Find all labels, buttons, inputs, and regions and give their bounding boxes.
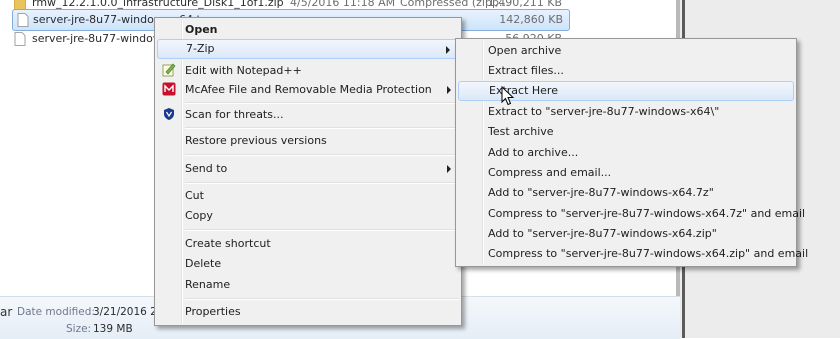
- menu-item-copy[interactable]: Copy: [157, 206, 459, 226]
- menu-separator: [185, 102, 459, 104]
- menu-separator: [185, 127, 459, 129]
- menu-item-properties[interactable]: Properties: [157, 302, 459, 322]
- submenu-arrow-icon: [447, 86, 451, 94]
- date-modified-label: Date modified:: [17, 306, 95, 318]
- menu-separator: [185, 154, 459, 156]
- menu-separator: [185, 229, 459, 231]
- menu-item-mcafee[interactable]: McAfee File and Removable Media Protecti…: [157, 80, 459, 100]
- menu-item-edit-notepad[interactable]: Edit with Notepad++: [157, 61, 459, 81]
- menu-item-compress-email[interactable]: Compress and email...: [458, 163, 794, 183]
- context-menu: Open 7-Zip Edit with Notepad++ McAfee Fi…: [154, 17, 462, 326]
- file-icon: [14, 32, 26, 46]
- menu-item-scan[interactable]: Scan for threats...: [157, 105, 459, 125]
- menu-item-add-7z[interactable]: Add to "server-jre-8u77-windows-x64.7z": [458, 183, 794, 203]
- menu-item-add-to-archive[interactable]: Add to archive...: [458, 143, 794, 163]
- menu-separator: [185, 298, 459, 300]
- mcafee-shield-icon: [164, 108, 174, 120]
- menu-item-label: 7-Zip: [186, 42, 215, 55]
- size-label: Size:: [66, 323, 92, 335]
- submenu-arrow-icon: [446, 46, 450, 54]
- menu-item-cut[interactable]: Cut: [157, 186, 459, 206]
- file-size: 142,860 KB: [499, 13, 563, 26]
- 7zip-submenu: Open archive Extract files... Extract He…: [455, 38, 808, 267]
- menu-item-label: Edit with Notepad++: [185, 64, 302, 77]
- mouse-cursor-icon: [501, 86, 515, 106]
- menu-item-restore[interactable]: Restore previous versions: [157, 131, 459, 151]
- menu-item-label: McAfee File and Removable Media Protecti…: [185, 83, 432, 96]
- menu-item-label: Scan for threats...: [185, 108, 284, 121]
- menu-item-open-archive[interactable]: Open archive: [458, 41, 794, 61]
- menu-item-extract-files[interactable]: Extract files...: [458, 61, 794, 81]
- size-value: 139 MB: [93, 323, 133, 335]
- file-icon: [17, 13, 29, 27]
- details-type-fragment: ar: [0, 305, 13, 319]
- mcafee-icon: [162, 82, 176, 96]
- menu-item-send-to[interactable]: Send to: [157, 159, 459, 179]
- menu-item-compress-zip-email[interactable]: Compress to "server-jre-8u77-windows-x64…: [458, 244, 808, 264]
- menu-item-delete[interactable]: Delete: [157, 254, 459, 274]
- notepad-plus-icon: [162, 63, 176, 77]
- menu-separator: [185, 182, 459, 184]
- menu-item-label: Send to: [185, 162, 228, 175]
- menu-item-rename[interactable]: Rename: [157, 275, 459, 295]
- menu-item-7zip[interactable]: 7-Zip: [157, 39, 459, 59]
- menu-item-create-shortcut[interactable]: Create shortcut: [157, 234, 459, 254]
- menu-item-add-zip[interactable]: Add to "server-jre-8u77-windows-x64.zip": [458, 224, 794, 244]
- menu-item-open[interactable]: Open: [157, 20, 459, 40]
- menu-item-compress-7z-email[interactable]: Compress to "server-jre-8u77-windows-x64…: [458, 204, 805, 224]
- menu-item-test-archive[interactable]: Test archive: [458, 122, 794, 142]
- submenu-arrow-icon: [447, 165, 451, 173]
